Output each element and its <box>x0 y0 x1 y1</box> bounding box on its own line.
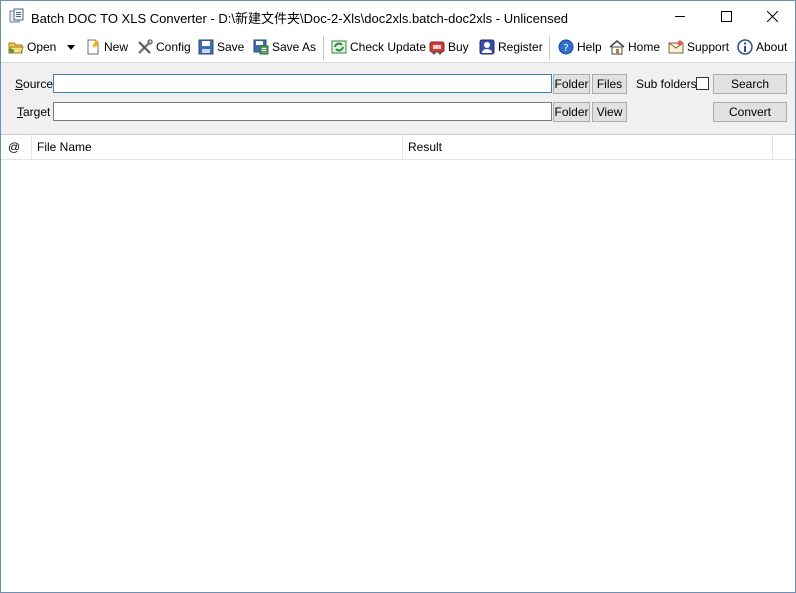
maximize-icon <box>721 11 732 22</box>
save-button[interactable]: Save <box>198 37 244 57</box>
save-as-label: Save As <box>272 40 317 54</box>
source-path-input[interactable] <box>53 74 552 93</box>
new-button[interactable]: New <box>85 37 128 57</box>
home-button[interactable]: Home <box>609 37 660 57</box>
support-mail-icon <box>668 39 684 55</box>
check-update-label: Check Update <box>350 40 427 54</box>
search-button[interactable]: Search <box>713 74 787 94</box>
target-folder-button[interactable]: Folder <box>553 102 590 122</box>
window-title: Batch DOC TO XLS Converter - D:\新建文件夹\Do… <box>31 11 569 26</box>
home-icon <box>609 39 625 55</box>
column-header-status[interactable]: @ <box>1 135 32 159</box>
shopping-cart-icon <box>429 39 445 55</box>
save-label: Save <box>217 40 245 54</box>
open-folder-icon <box>8 39 24 55</box>
about-label: About <box>756 40 788 54</box>
close-icon <box>767 11 778 22</box>
sub-folders-label: Sub folders <box>636 77 697 91</box>
info-icon <box>737 39 753 55</box>
target-label-text: arget <box>23 105 51 119</box>
toolbar: Open New Config Save Save As Check Updat… <box>1 31 795 62</box>
register-user-icon <box>479 39 495 55</box>
minimize-icon <box>675 16 685 17</box>
minimize-button[interactable] <box>657 1 703 31</box>
support-button[interactable]: Support <box>668 37 729 57</box>
save-as-icon <box>253 39 269 55</box>
title-bar[interactable]: Batch DOC TO XLS Converter - D:\新建文件夹\Do… <box>1 1 795 31</box>
source-label-text: ource <box>23 77 54 91</box>
sub-folders-checkbox[interactable] <box>696 77 709 90</box>
refresh-icon <box>331 39 347 55</box>
help-button[interactable]: ? Help <box>558 37 602 57</box>
new-label: New <box>104 40 129 54</box>
target-label: Target <box>17 105 50 119</box>
target-view-button[interactable]: View <box>592 102 627 122</box>
toolbar-separator <box>323 36 324 60</box>
source-label: Source <box>15 77 53 91</box>
open-button[interactable]: Open <box>8 37 56 57</box>
register-button[interactable]: Register <box>479 37 543 57</box>
svg-text:?: ? <box>563 43 568 54</box>
support-label: Support <box>687 40 730 54</box>
column-header-file-name[interactable]: File Name <box>32 135 403 159</box>
column-header-result[interactable]: Result <box>403 135 773 159</box>
app-icon <box>9 8 25 24</box>
save-as-button[interactable]: Save As <box>253 37 316 57</box>
buy-label: Buy <box>448 40 469 54</box>
tools-icon <box>137 39 153 55</box>
source-folder-button[interactable]: Folder <box>553 74 590 94</box>
maximize-button[interactable] <box>703 1 749 31</box>
target-path-input[interactable] <box>53 102 552 121</box>
home-label: Home <box>628 40 661 54</box>
settings-panel: Source Folder Files Sub folders Search T… <box>1 62 795 135</box>
buy-button[interactable]: Buy <box>429 37 469 57</box>
register-label: Register <box>498 40 543 54</box>
convert-button[interactable]: Convert <box>713 102 787 122</box>
toolbar-separator <box>549 36 550 60</box>
new-file-icon <box>85 39 101 55</box>
chevron-down-icon <box>67 40 76 54</box>
open-dropdown-button[interactable] <box>67 37 76 57</box>
source-label-accesskey: S <box>15 77 24 91</box>
file-list-header: @ File Name Result <box>1 135 795 160</box>
source-files-button[interactable]: Files <box>592 74 627 94</box>
help-icon: ? <box>558 39 574 55</box>
close-button[interactable] <box>749 1 795 31</box>
help-label: Help <box>577 40 602 54</box>
file-list[interactable] <box>1 160 795 592</box>
check-update-button[interactable]: Check Update <box>331 37 426 57</box>
open-label: Open <box>27 40 57 54</box>
app-window: Batch DOC TO XLS Converter - D:\新建文件夹\Do… <box>0 0 796 593</box>
config-label: Config <box>156 40 191 54</box>
config-button[interactable]: Config <box>137 37 191 57</box>
about-button[interactable]: About <box>737 37 787 57</box>
save-disk-icon <box>198 39 214 55</box>
